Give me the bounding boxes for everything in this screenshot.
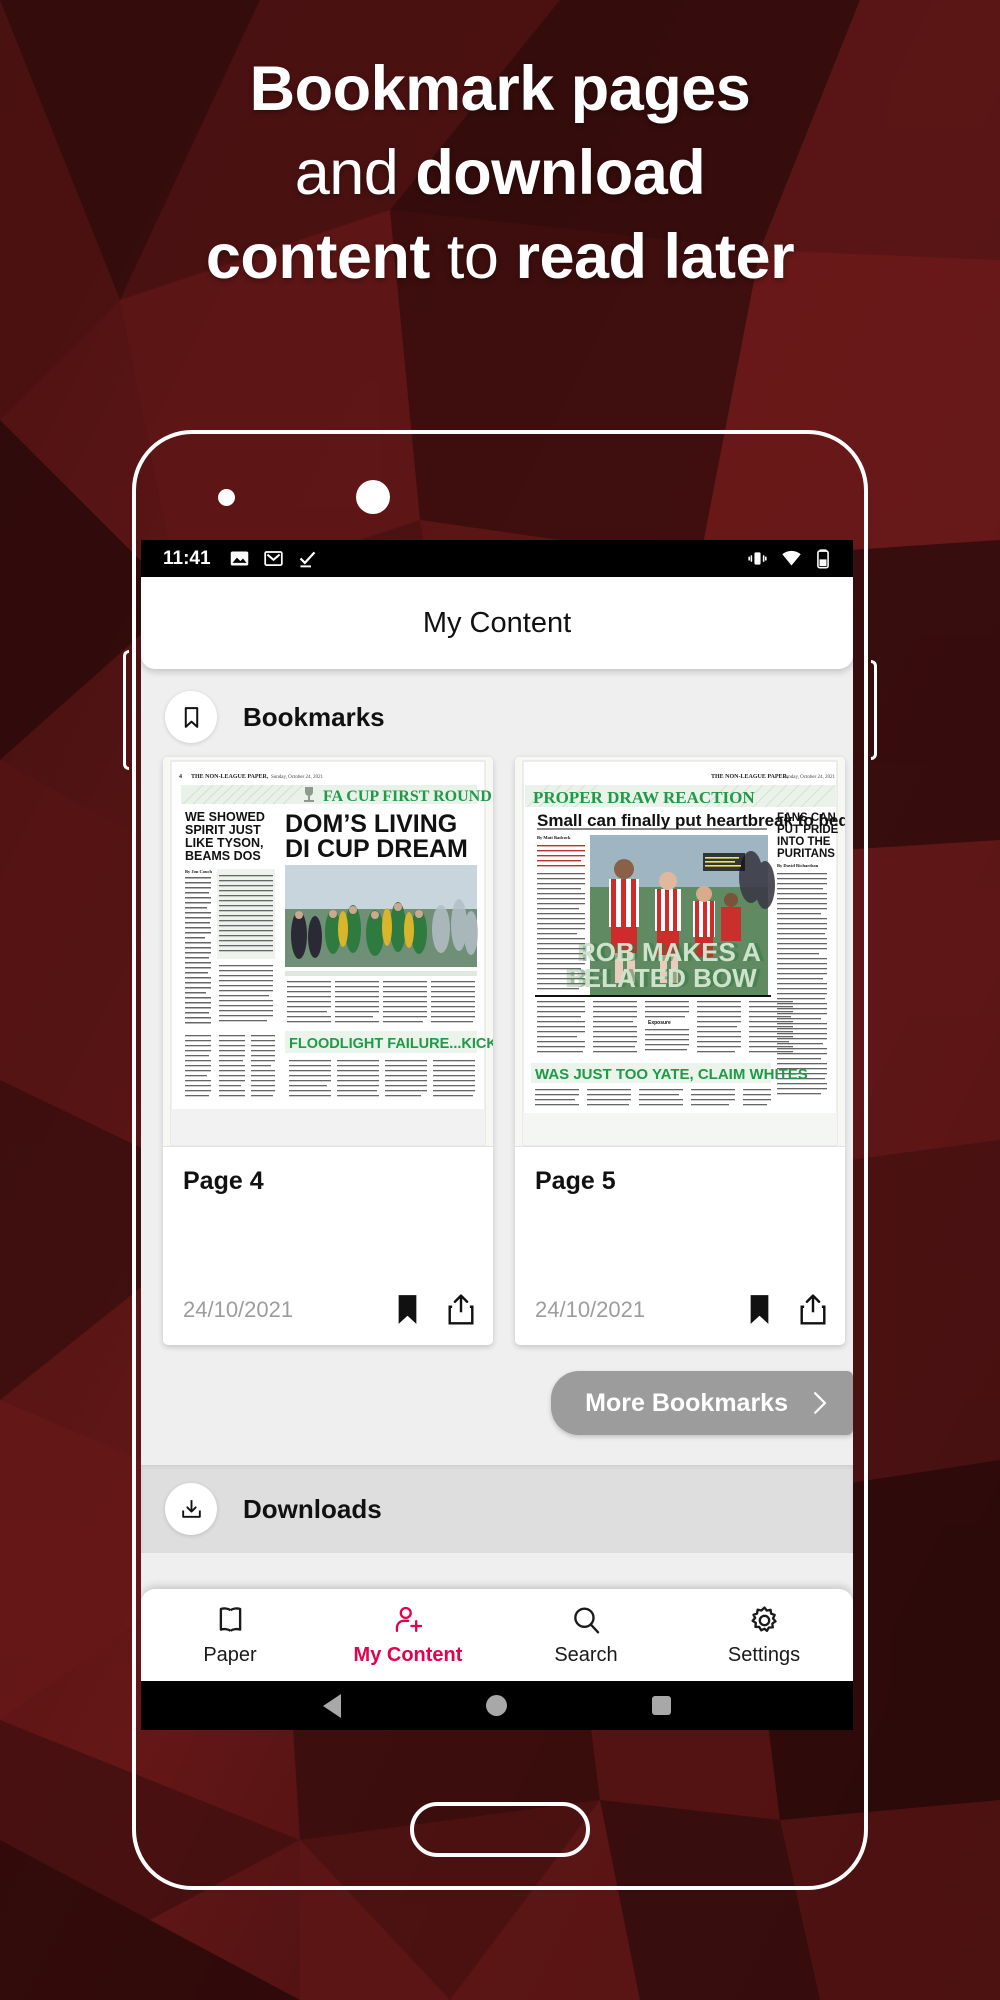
- share-icon[interactable]: [447, 1294, 475, 1325]
- vibrate-icon: [748, 552, 767, 565]
- svg-text:WAS JUST TOO YATE, CLAIM WHITE: WAS JUST TOO YATE, CLAIM WHITES: [535, 1066, 808, 1083]
- svg-text:4: 4: [179, 774, 182, 780]
- phone-mockup: 11:41 My Content Bookmarks 4 THE NON-LEA…: [123, 430, 877, 1890]
- bookmark-card[interactable]: 4 THE NON-LEAGUE PAPER, Sunday, October …: [163, 757, 493, 1345]
- promo-headline: Bookmark pages and download content to r…: [0, 48, 1000, 299]
- recents-icon[interactable]: [651, 1696, 671, 1715]
- promo-line-2-light: and: [294, 137, 416, 208]
- promo-line-2-bold: download: [415, 137, 706, 208]
- svg-text:PROPER DRAW REACTION: PROPER DRAW REACTION: [533, 788, 755, 807]
- newspaper-page-4-preview: 4 THE NON-LEAGUE PAPER, Sunday, October …: [163, 757, 493, 1146]
- bookmark-card-meta: Page 5 24/10/2021: [515, 1147, 845, 1345]
- svg-text:Exposure: Exposure: [648, 1020, 671, 1026]
- bookmark-icon-circle: [165, 691, 217, 743]
- newspaper-page-5-preview: THE NON-LEAGUE PAPER, Sunday, October 24…: [515, 757, 845, 1146]
- more-bookmarks-label: More Bookmarks: [585, 1388, 788, 1417]
- my-content-icon: [395, 1606, 422, 1632]
- gmail-icon: [263, 551, 283, 566]
- nav-label-search: Search: [554, 1643, 618, 1666]
- bookmark-card-meta: Page 4 24/10/2021: [163, 1147, 493, 1345]
- image-icon: [230, 551, 248, 566]
- nav-item-paper[interactable]: Paper: [141, 1604, 319, 1667]
- bottom-navigation: Paper My Content Search Settings: [141, 1589, 853, 1681]
- status-bar-clock: 11:41: [163, 547, 211, 569]
- page-label: Page 4: [183, 1167, 264, 1195]
- svg-text:Sunday, October 24, 2021: Sunday, October 24, 2021: [271, 775, 324, 780]
- promo-line-1: Bookmark pages: [0, 48, 1000, 132]
- power-button: [871, 660, 877, 760]
- bookmark-filled-icon[interactable]: [394, 1294, 421, 1325]
- home-indicator: [410, 1802, 590, 1857]
- bookmarks-section-header: Bookmarks: [141, 669, 853, 757]
- bookmark-card[interactable]: THE NON-LEAGUE PAPER, Sunday, October 24…: [515, 757, 845, 1345]
- paper-icon: [219, 1606, 241, 1632]
- page-thumbnail-5[interactable]: THE NON-LEAGUE PAPER, Sunday, October 24…: [515, 757, 845, 1147]
- svg-text:INTO THE: INTO THE: [777, 836, 831, 848]
- volume-button: [123, 650, 129, 770]
- promo-line-3-bold-2: read later: [515, 221, 795, 292]
- settings-gear-icon: [751, 1605, 777, 1632]
- nav-label-settings: Settings: [727, 1643, 801, 1666]
- nav-item-my-content[interactable]: My Content: [319, 1604, 497, 1667]
- svg-text:BELATED BOW: BELATED BOW: [565, 963, 757, 993]
- bookmarks-card-list: 4 THE NON-LEAGUE PAPER, Sunday, October …: [141, 757, 853, 1345]
- svg-text:PURITANS: PURITANS: [777, 848, 835, 860]
- bookmark-icon: [184, 706, 198, 728]
- page-title: My Content: [422, 606, 572, 639]
- chevron-right-icon: [814, 1392, 827, 1414]
- svg-text:By Jon Couch: By Jon Couch: [185, 869, 213, 874]
- front-sensor-icon: [218, 489, 235, 506]
- svg-text:By Matt Badcock: By Matt Badcock: [537, 835, 571, 840]
- svg-text:FANS CAN: FANS CAN: [777, 812, 836, 824]
- app-content: My Content Bookmarks 4 THE NON-LEAGUE PA…: [141, 577, 853, 1730]
- home-icon[interactable]: [485, 1695, 507, 1716]
- back-icon[interactable]: [323, 1693, 342, 1718]
- svg-text:BEAMS DOS: BEAMS DOS: [185, 849, 261, 863]
- nav-item-settings[interactable]: Settings: [675, 1604, 853, 1667]
- nav-item-search[interactable]: Search: [497, 1604, 675, 1667]
- page-thumbnail-4[interactable]: 4 THE NON-LEAGUE PAPER, Sunday, October …: [163, 757, 493, 1147]
- page-date: 24/10/2021: [535, 1296, 646, 1322]
- svg-text:FA CUP FIRST ROUND: FA CUP FIRST ROUND: [323, 788, 492, 805]
- svg-text:Sunday, October 24, 2021: Sunday, October 24, 2021: [783, 775, 836, 780]
- svg-text:WE SHOWED: WE SHOWED: [185, 810, 265, 824]
- promo-line-3: content to read later: [0, 216, 1000, 300]
- nav-label-paper: Paper: [203, 1643, 257, 1666]
- promo-line-1-bold: Bookmark pages: [249, 54, 751, 124]
- page-date: 24/10/2021: [183, 1296, 294, 1322]
- svg-text:DI CUP DREAM: DI CUP DREAM: [285, 835, 468, 863]
- phone-screen: 11:41 My Content Bookmarks 4 THE NON-LEA…: [141, 540, 853, 1730]
- nav-label-my-content: My Content: [353, 1643, 463, 1666]
- front-camera-icon: [356, 480, 390, 514]
- svg-text:THE NON-LEAGUE PAPER,: THE NON-LEAGUE PAPER,: [191, 774, 269, 780]
- download-icon-circle: [165, 1483, 217, 1535]
- page-label: Page 5: [535, 1167, 616, 1195]
- bookmarks-section-title: Bookmarks: [243, 701, 385, 732]
- promo-line-3-light: to: [446, 221, 516, 292]
- search-icon: [573, 1607, 599, 1633]
- wifi-icon: [782, 550, 801, 566]
- battery-icon: [817, 549, 829, 569]
- checkmark-icon: [299, 551, 315, 568]
- app-bar: My Content: [141, 577, 853, 669]
- more-bookmarks-button[interactable]: More Bookmarks: [551, 1371, 853, 1435]
- svg-text:By David Richardson: By David Richardson: [777, 863, 819, 868]
- svg-text:FLOODLIGHT FAILURE...KICK-OFF: FLOODLIGHT FAILURE...KICK-OFF: [289, 1036, 493, 1052]
- svg-text:LIKE TYSON,: LIKE TYSON,: [185, 836, 263, 850]
- download-icon: [181, 1499, 201, 1518]
- promo-line-3-bold: content: [205, 221, 447, 292]
- android-system-nav: [141, 1681, 853, 1730]
- share-icon[interactable]: [799, 1294, 827, 1325]
- downloads-section-header[interactable]: Downloads: [141, 1465, 853, 1553]
- bookmark-filled-icon[interactable]: [746, 1294, 773, 1325]
- more-bookmarks-row: More Bookmarks: [141, 1345, 853, 1435]
- downloads-section-title: Downloads: [243, 1493, 382, 1524]
- svg-text:DOM’S LIVING: DOM’S LIVING: [285, 810, 457, 838]
- svg-text:PUT PRIDE: PUT PRIDE: [777, 824, 839, 836]
- status-bar: 11:41: [141, 540, 853, 577]
- svg-text:THE NON-LEAGUE PAPER,: THE NON-LEAGUE PAPER,: [711, 774, 789, 780]
- svg-text:SPIRIT JUST: SPIRIT JUST: [185, 823, 261, 837]
- promo-line-2: and download: [0, 132, 1000, 216]
